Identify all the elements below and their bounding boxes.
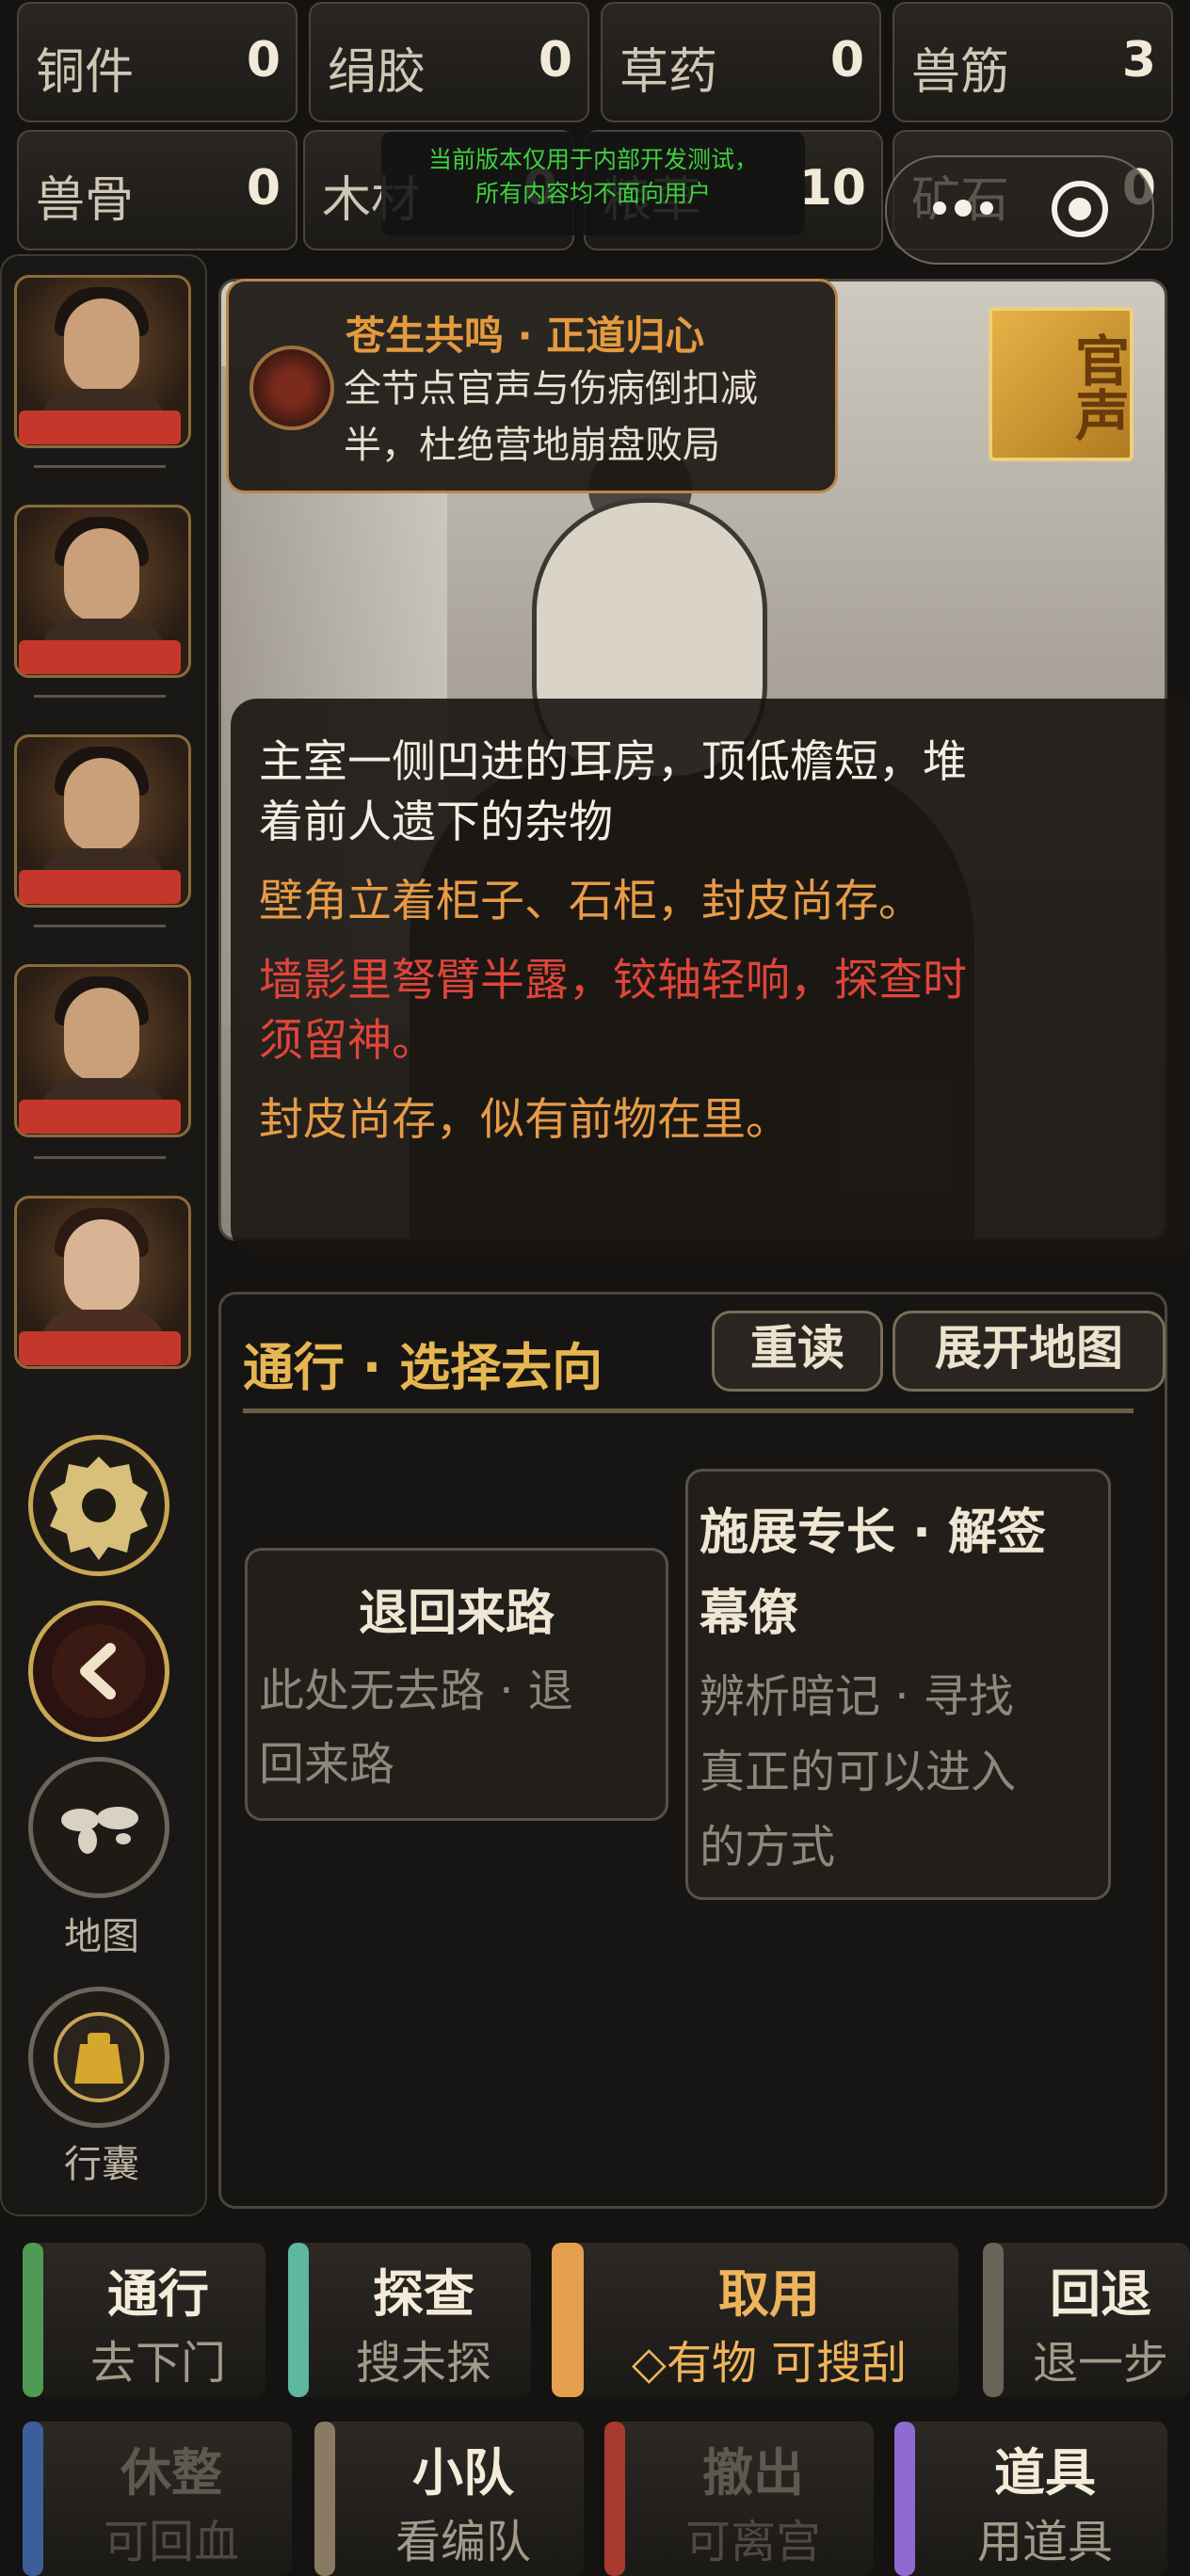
buff-description: 全节点官声与伤病倒扣减半，杜绝营地崩盘败局 [344,367,758,467]
action-rest[interactable]: 休整 可回血 [23,2422,292,2576]
bag-icon [54,2012,144,2102]
action-stripe [23,2422,43,2576]
action-subtitle: 可回血 [103,2516,239,2568]
action-stripe [23,2243,43,2397]
resource-label: 绢胶 [328,44,426,101]
action-title: 道具 [994,2443,1096,2503]
hp-bar [19,870,181,904]
reread-button[interactable]: 重读 [712,1311,883,1392]
action-subtitle: 退一步 [1032,2337,1168,2390]
action-title: 取用 [718,2264,820,2324]
expand-map-button[interactable]: 展开地图 [892,1311,1166,1392]
choice-retreat[interactable]: 退回来路 此处无去路 · 退 回来路 [245,1548,668,1821]
hp-bar [19,411,181,444]
hp-bar [19,1331,181,1365]
choice-title: 幕僚 [700,1586,798,1642]
action-title: 探查 [373,2264,474,2324]
resource-silk-glue: 绢胶 0 [309,2,589,122]
resource-value: 0 [538,32,572,89]
miniapp-capsule [885,155,1154,265]
back-button[interactable] [28,1601,169,1742]
action-withdraw[interactable]: 撤出 可离宫 [604,2422,874,2576]
resource-value: 0 [246,160,281,217]
divider [34,1156,166,1159]
action-subtitle: 搜未探 [355,2337,491,2390]
resource-value: 0 [246,32,281,89]
resource-label: 草药 [619,44,718,101]
close-miniapp-icon[interactable] [1049,178,1111,240]
settings-button[interactable] [28,1435,169,1576]
action-subtitle: 去下门 [89,2337,226,2390]
action-stripe [983,2243,1004,2397]
more-icon[interactable] [921,189,1005,227]
resource-label: 铜件 [36,44,135,101]
buff-card: 苍生共鸣 · 正道归心 全节点官声与伤病倒扣减半，杜绝营地崩盘败局 [226,279,838,493]
divider [34,465,166,468]
action-take[interactable]: 取用 ◇有物 可搜刮 [552,2243,958,2397]
choice-use-skill[interactable]: 施展专长 · 解签 幕僚 辨析暗记 · 寻找 真正的可以进入 的方式 [685,1469,1111,1900]
action-pass[interactable]: 通行 去下门 [23,2243,265,2397]
action-items[interactable]: 道具 用道具 [894,2422,1167,2576]
resource-copper: 铜件 0 [17,2,298,122]
divider [34,925,166,927]
action-explore[interactable]: 探查 搜未探 [288,2243,531,2397]
resource-value: 10 [797,160,866,217]
resource-label: 兽骨 [36,172,135,229]
action-title: 回退 [1050,2264,1151,2324]
narration-line: 封皮尚存，似有前物在里。 [259,1094,790,1146]
choice-desc: 真正的可以进入 [700,1746,1017,1798]
dev-notice: 当前版本仅用于内部开发测试， 所有内容均不面向用户 [381,132,805,235]
narration-line: 壁角立着柜子、石柜，封皮尚存。 [259,876,923,927]
gear-icon [50,1457,148,1560]
choice-title: 施展专长 · 解签 [700,1505,1046,1561]
action-title: 通行 [107,2264,209,2324]
choice-desc: 此处无去路 · 退 [259,1665,573,1717]
action-title: 撤出 [702,2443,804,2503]
buff-title: 苍生共鸣 · 正道归心 [346,313,705,359]
action-title: 休整 [121,2443,222,2503]
action-stripe [314,2422,335,2576]
narration-box: 主室一侧凹进的耳房，顶低檐短，堆 着前人遗下的杂物 壁角立着柜子、石柜，封皮尚存… [231,699,1190,1254]
dev-notice-line2: 所有内容均不面向用户 [474,180,711,207]
choice-desc: 的方式 [700,1821,836,1874]
action-retreat[interactable]: 回退 退一步 [983,2243,1190,2397]
resource-herbs: 草药 0 [601,2,881,122]
resource-sinew: 兽筋 3 [892,2,1173,122]
hp-bar [19,1100,181,1134]
hp-bar [19,640,181,674]
action-subtitle: 可离宫 [684,2516,821,2568]
resource-value: 3 [1121,32,1156,89]
action-stripe [552,2243,584,2397]
action-subtitle: 看编队 [394,2516,531,2568]
chevron-left-icon [52,1624,146,1718]
world-map-icon [61,1807,138,1854]
bag-label: 行囊 [64,2143,139,2186]
resource-value: 0 [829,32,864,89]
choice-desc: 回来路 [259,1738,395,1791]
map-button[interactable] [28,1757,169,1898]
dev-notice-line1: 当前版本仅用于内部开发测试， [427,146,758,173]
action-stripe [894,2422,915,2576]
route-divider [243,1409,1134,1413]
map-label: 地图 [64,1915,139,1958]
resource-label: 兽筋 [911,44,1010,101]
action-subtitle: ◇有物 可搜刮 [631,2337,908,2390]
bag-button[interactable] [28,1987,169,2128]
action-title: 小队 [412,2443,514,2503]
choice-title: 退回来路 [358,1586,555,1642]
resource-bone: 兽骨 0 [17,130,298,250]
coin-icon [249,346,334,430]
action-subtitle: 用道具 [976,2516,1113,2568]
action-stripe [604,2422,625,2576]
action-stripe [288,2243,309,2397]
route-title: 通行 · 选择去向 [243,1338,603,1397]
choice-desc: 辨析暗记 · 寻找 [700,1670,1014,1723]
official-reputation-seal[interactable]: 官声 [989,307,1134,461]
divider [34,695,166,698]
action-squad[interactable]: 小队 看编队 [314,2422,584,2576]
